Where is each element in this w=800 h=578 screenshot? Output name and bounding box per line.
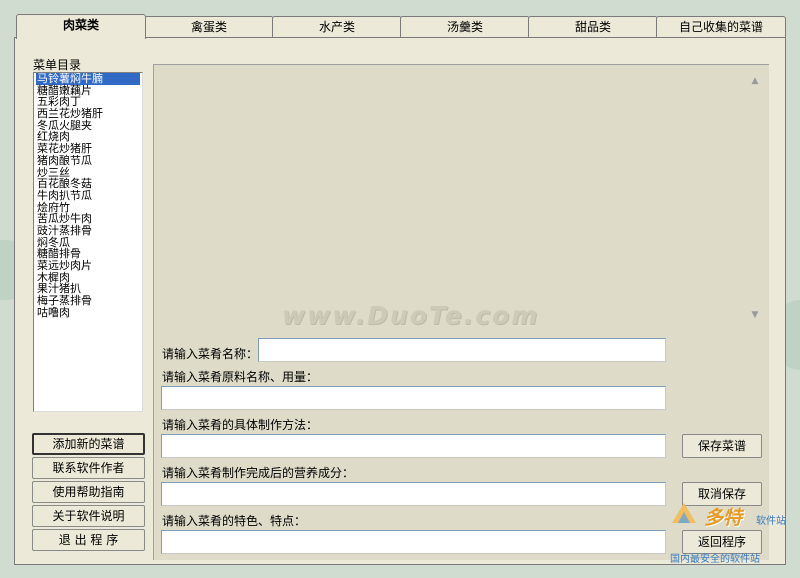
site-logo: 多特 软件站 国内最安全的软件站 [668, 497, 798, 575]
logo-tagline: 国内最安全的软件站 [670, 554, 760, 565]
scroll-down-icon[interactable]: ▼ [747, 307, 763, 323]
contact-author-button[interactable]: 联系软件作者 [32, 457, 145, 479]
menu-item[interactable]: 马铃薯焖牛腩 [36, 73, 140, 85]
nutrition-label: 请输入菜肴制作完成后的营养成分： [162, 466, 355, 480]
dish-name-label: 请输入菜肴名称： [162, 347, 259, 361]
method-label: 请输入菜肴的具体制作方法： [162, 418, 319, 432]
tab-my-recipes[interactable]: 自己收集的菜谱 [656, 16, 786, 38]
menu-item[interactable]: 西兰花炒猪肝 [36, 108, 140, 120]
tab-meat[interactable]: 肉菜类 [16, 14, 146, 39]
menu-item[interactable]: 咕噜肉 [36, 307, 140, 319]
add-recipe-button[interactable]: 添加新的菜谱 [32, 433, 145, 455]
method-input[interactable] [161, 434, 666, 458]
menu-item[interactable]: 梅子蒸排骨 [36, 295, 140, 307]
menu-directory-label: 菜单目录 [33, 58, 82, 72]
logo-text: 多特 [704, 507, 743, 529]
about-button[interactable]: 关于软件说明 [32, 505, 145, 527]
watermark: www.DuoTe.com [282, 301, 540, 330]
recipe-detail-area: ▲ ▼ www.DuoTe.com 请输入菜肴名称： 请输入菜肴原料名称、用量：… [153, 64, 769, 560]
menu-item[interactable]: 猪肉酿节瓜 [36, 155, 140, 167]
tab-seafood[interactable]: 水产类 [272, 16, 402, 38]
menu-item[interactable]: 豉汁蒸排骨 [36, 225, 140, 237]
dish-name-input[interactable] [258, 338, 666, 362]
exit-button[interactable]: 退 出 程 序 [32, 529, 145, 551]
features-input[interactable] [161, 530, 666, 554]
help-guide-button[interactable]: 使用帮助指南 [32, 481, 145, 503]
recipe-menu-list[interactable]: 马铃薯焖牛腩 糖醋嫩藕片 五彩肉丁 西兰花炒猪肝 冬瓜火腿夹 红烧肉 菜花炒猪肝 猪肉酿节瓜炒… [33, 72, 143, 412]
ingredients-label: 请输入菜肴原料名称、用量： [162, 370, 319, 384]
tab-soup[interactable]: 汤羹类 [400, 16, 530, 38]
save-recipe-button[interactable]: 保存菜谱 [682, 434, 762, 458]
tab-content-panel: 菜单目录 马铃薯焖牛腩 糖醋嫩藕片 五彩肉丁 西兰花炒猪肝 冬瓜火腿夹 红烧肉 菜花炒猪肝猪… [14, 37, 786, 565]
logo-mark-icon [672, 503, 696, 523]
nutrition-input[interactable] [161, 482, 666, 506]
logo-subtext: 软件站 [756, 516, 786, 527]
tab-poultry-eggs[interactable]: 禽蛋类 [144, 16, 274, 38]
menu-item[interactable]: 菜远炒肉片 [36, 260, 140, 272]
category-tab-bar: 肉菜类 禽蛋类 水产类 汤羹类 甜品类 自己收集的菜谱 [14, 14, 786, 39]
features-label: 请输入菜肴的特色、特点： [162, 514, 307, 528]
scroll-up-icon[interactable]: ▲ [747, 73, 763, 89]
menu-item[interactable]: 牛肉扒节瓜 [36, 190, 140, 202]
detail-scrollbar[interactable]: ▲ ▼ [747, 73, 763, 323]
ingredients-input[interactable] [161, 386, 666, 410]
tab-dessert[interactable]: 甜品类 [528, 16, 658, 38]
